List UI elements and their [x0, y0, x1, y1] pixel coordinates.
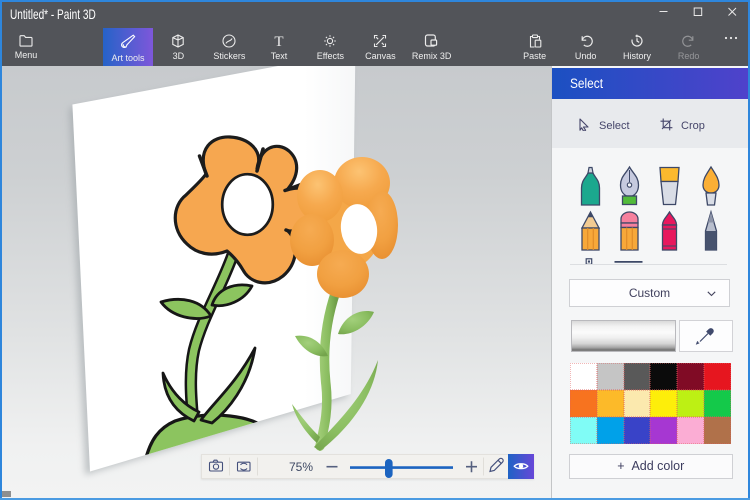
svg-text:75%: 75% — [289, 460, 313, 474]
svg-text:T: T — [274, 34, 283, 48]
